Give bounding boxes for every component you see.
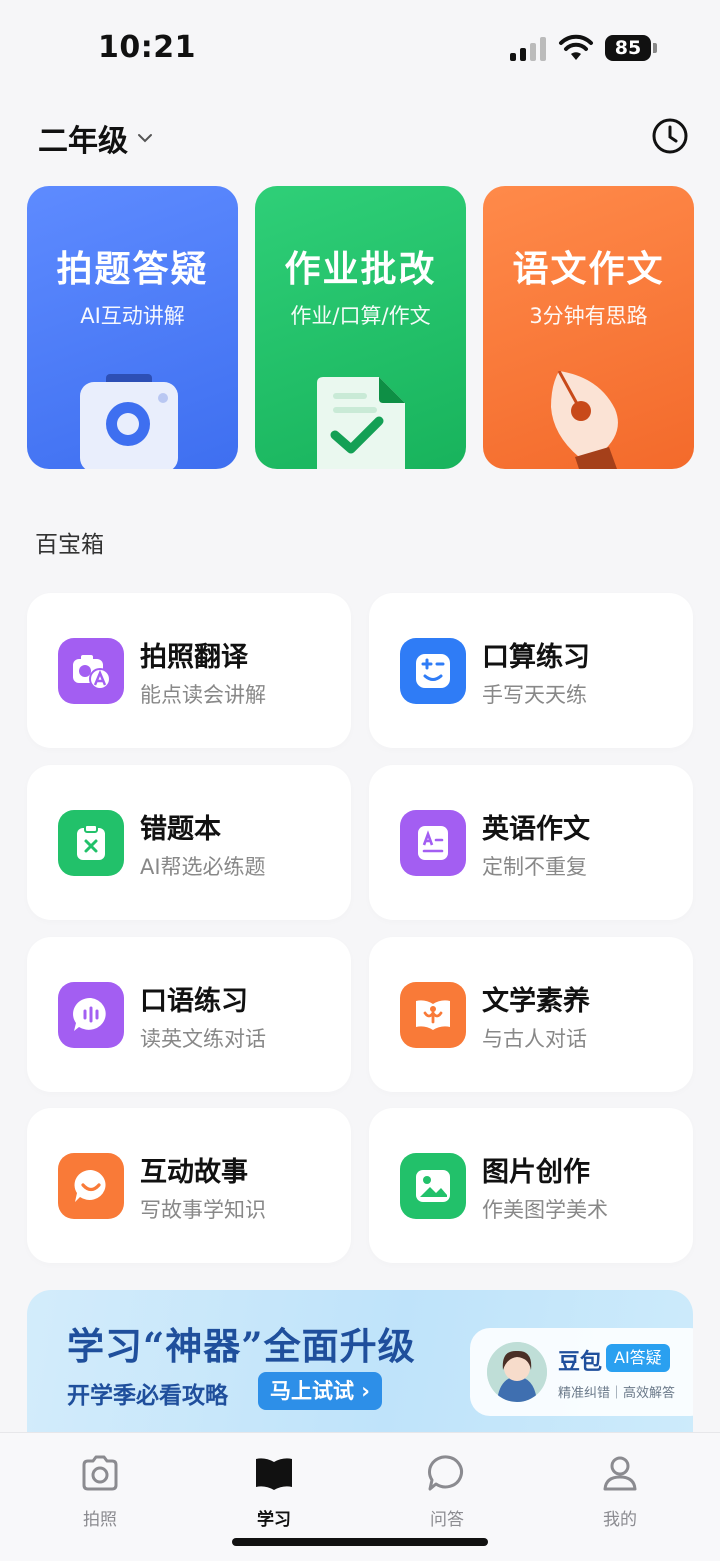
tool-desc: 写故事学知识	[140, 1198, 266, 1222]
feature-subtitle: AI互动讲解	[80, 304, 185, 328]
tool-desc: 定制不重复	[482, 855, 587, 879]
tool-image-creation[interactable]: 图片创作 作美图学美术	[369, 1108, 693, 1263]
tool-desc: 与古人对话	[482, 1027, 587, 1051]
profile-tab-icon	[603, 1456, 637, 1491]
grade-selector[interactable]: 二年级	[38, 116, 154, 160]
tool-english-essay[interactable]: 英语作文 定制不重复	[369, 765, 693, 920]
tab-photo[interactable]: 拍照	[50, 1451, 150, 1530]
home-indicator	[232, 1538, 488, 1546]
tool-name: 英语作文	[482, 814, 590, 845]
tool-name: 文学素养	[482, 986, 590, 1017]
tool-name: 口语练习	[140, 986, 248, 1017]
tool-mistake-book[interactable]: 错题本 AI帮选必练题	[27, 765, 351, 920]
battery-tip	[653, 43, 657, 53]
feature-subtitle: 3分钟有思路	[529, 304, 648, 328]
grade-label: 二年级	[38, 124, 128, 159]
cellular-signal-icon	[510, 37, 548, 61]
banner-title: 学习“神器”全面升级	[67, 1324, 416, 1368]
tool-desc: 读英文练对话	[140, 1027, 266, 1051]
try-now-button[interactable]: 马上试试 ›	[258, 1372, 382, 1410]
assistant-card[interactable]: 豆包 AI答疑 精准纠错｜高效解答	[470, 1328, 693, 1416]
assistant-name: 豆包	[558, 1350, 603, 1375]
feature-subtitle: 作业/口算/作文	[290, 304, 431, 328]
assistant-desc: 精准纠错｜高效解答	[558, 1386, 676, 1401]
english-doc-icon	[400, 810, 466, 876]
document-check-icon	[316, 377, 405, 469]
feature-card-photo-question[interactable]: 拍题答疑 AI互动讲解	[27, 186, 238, 469]
history-clock-icon[interactable]	[651, 117, 689, 155]
tab-study[interactable]: 学习	[224, 1451, 324, 1530]
assistant-avatar	[487, 1342, 547, 1402]
clipboard-x-icon	[58, 810, 124, 876]
tool-literacy[interactable]: 文学素养 与古人对话	[369, 937, 693, 1092]
assistant-tag: AI答疑	[606, 1344, 670, 1372]
tool-interactive-story[interactable]: 互动故事 写故事学知识	[27, 1108, 351, 1263]
tool-desc: 手写天天练	[482, 683, 587, 707]
tool-name: 图片创作	[482, 1157, 590, 1188]
open-book-icon	[400, 982, 466, 1048]
feature-title: 拍题答疑	[56, 248, 209, 290]
promo-banner[interactable]: 学习“神器”全面升级 开学季必看攻略 马上试试 › 豆包 AI答疑 精准纠错｜高…	[27, 1290, 693, 1440]
tool-name: 拍照翻译	[140, 642, 248, 673]
tab-profile[interactable]: 我的	[570, 1451, 670, 1530]
image-icon	[400, 1153, 466, 1219]
camera-translate-icon	[58, 638, 124, 704]
feature-card-chinese-essay[interactable]: 语文作文 3分钟有思路	[483, 186, 694, 469]
tool-name: 口算练习	[482, 642, 590, 673]
tool-mental-math[interactable]: 口算练习 手写天天练	[369, 593, 693, 748]
tool-name: 互动故事	[140, 1157, 248, 1188]
toolbox-title: 百宝箱	[35, 532, 104, 558]
tab-label: 我的	[603, 1510, 637, 1530]
chat-tab-icon	[428, 1455, 463, 1491]
feature-title: 作业批改	[284, 248, 437, 290]
wifi-icon	[559, 34, 593, 60]
tab-label: 问答	[430, 1510, 464, 1530]
camera-tab-icon	[82, 1455, 118, 1491]
tool-oral-practice[interactable]: 口语练习 读英文练对话	[27, 937, 351, 1092]
math-face-icon	[400, 638, 466, 704]
tool-name: 错题本	[140, 814, 221, 845]
pen-nib-icon	[550, 371, 618, 469]
camera-icon	[79, 374, 178, 469]
tab-label: 学习	[257, 1510, 291, 1530]
battery-level: 85	[605, 35, 651, 61]
tool-desc: 作美图学美术	[482, 1198, 608, 1222]
tool-desc: 能点读会讲解	[140, 683, 266, 707]
chat-smile-icon	[58, 1153, 124, 1219]
tab-qa[interactable]: 问答	[397, 1451, 497, 1530]
book-tab-icon	[256, 1458, 292, 1490]
status-time: 10:21	[98, 30, 196, 65]
try-now-label: 马上试试	[270, 1379, 354, 1403]
status-bar: 10:21 85	[0, 0, 720, 96]
speech-bubble-icon	[58, 982, 124, 1048]
tool-desc: AI帮选必练题	[140, 855, 266, 879]
tool-photo-translate[interactable]: 拍照翻译 能点读会讲解	[27, 593, 351, 748]
feature-title: 语文作文	[512, 248, 665, 290]
feature-card-homework-check[interactable]: 作业批改 作业/口算/作文	[255, 186, 466, 469]
chevron-down-icon	[138, 134, 152, 143]
banner-subtitle: 开学季必看攻略	[67, 1382, 228, 1409]
tab-label: 拍照	[83, 1510, 117, 1530]
